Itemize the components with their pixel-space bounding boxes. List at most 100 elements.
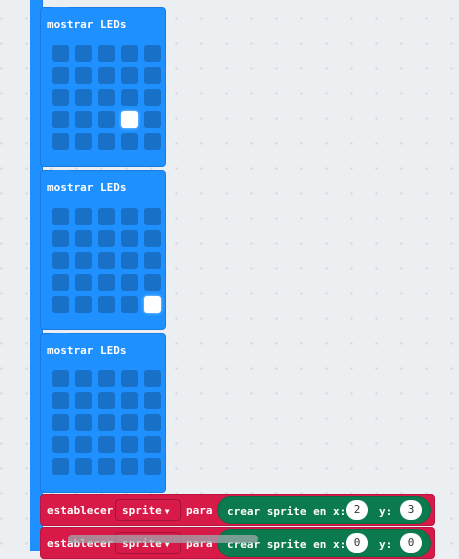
led-r1-c3[interactable] <box>121 230 138 247</box>
led-r4-c4[interactable] <box>144 133 161 150</box>
show-leds-label: mostrar LEDs <box>47 18 127 31</box>
set-sprite-block-1[interactable]: establecer sprite ▼ para crear sprite en … <box>40 494 435 526</box>
led-r1-c0[interactable] <box>52 392 69 409</box>
led-r1-c1[interactable] <box>75 67 92 84</box>
led-r0-c1[interactable] <box>75 370 92 387</box>
led-r0-c0[interactable] <box>52 45 69 62</box>
variable-dropdown[interactable]: sprite ▼ <box>115 499 181 521</box>
led-r2-c4[interactable] <box>144 89 161 106</box>
led-r2-c0[interactable] <box>52 252 69 269</box>
led-r1-c0[interactable] <box>52 230 69 247</box>
led-r1-c1[interactable] <box>75 392 92 409</box>
led-r3-c3[interactable] <box>121 111 138 128</box>
chevron-down-icon: ▼ <box>164 507 170 516</box>
show-leds-block-2[interactable]: mostrar LEDs <box>40 170 166 330</box>
led-r3-c4[interactable] <box>144 274 161 291</box>
led-r0-c3[interactable] <box>121 45 138 62</box>
create-sprite-block[interactable]: crear sprite en x: 0 y: 0 <box>217 529 431 557</box>
led-r4-c3[interactable] <box>121 296 138 313</box>
led-r2-c3[interactable] <box>121 89 138 106</box>
set-sprite-block-2[interactable]: establecer sprite ▼ para crear sprite en … <box>40 527 435 559</box>
led-r3-c3[interactable] <box>121 274 138 291</box>
led-r3-c1[interactable] <box>75 274 92 291</box>
led-r3-c1[interactable] <box>75 111 92 128</box>
show-leds-label: mostrar LEDs <box>47 181 127 194</box>
led-r3-c2[interactable] <box>98 111 115 128</box>
led-r3-c0[interactable] <box>52 436 69 453</box>
led-r0-c2[interactable] <box>98 370 115 387</box>
create-sprite-block[interactable]: crear sprite en x: 2 y: 3 <box>217 496 431 524</box>
led-r4-c2[interactable] <box>98 296 115 313</box>
led-r3-c0[interactable] <box>52 274 69 291</box>
led-r2-c3[interactable] <box>121 414 138 431</box>
block-notch <box>53 170 69 175</box>
led-r2-c3[interactable] <box>121 252 138 269</box>
led-r3-c2[interactable] <box>98 436 115 453</box>
led-r2-c2[interactable] <box>98 252 115 269</box>
led-r1-c4[interactable] <box>144 230 161 247</box>
led-r2-c4[interactable] <box>144 414 161 431</box>
show-leds-block-1[interactable]: mostrar LEDs <box>40 7 166 167</box>
led-r4-c0[interactable] <box>52 458 69 475</box>
led-r0-c1[interactable] <box>75 208 92 225</box>
led-r4-c0[interactable] <box>52 133 69 150</box>
led-r0-c4[interactable] <box>144 370 161 387</box>
create-sprite-label: crear sprite en x: <box>227 505 347 518</box>
led-r2-c1[interactable] <box>75 89 92 106</box>
led-r1-c2[interactable] <box>98 392 115 409</box>
led-r0-c2[interactable] <box>98 45 115 62</box>
led-r1-c1[interactable] <box>75 230 92 247</box>
led-r2-c2[interactable] <box>98 414 115 431</box>
led-r4-c1[interactable] <box>75 296 92 313</box>
led-r0-c3[interactable] <box>121 208 138 225</box>
led-r3-c4[interactable] <box>144 111 161 128</box>
led-r0-c4[interactable] <box>144 208 161 225</box>
led-r0-c1[interactable] <box>75 45 92 62</box>
y-value-input[interactable]: 0 <box>400 533 422 553</box>
x-value-input[interactable]: 0 <box>346 533 368 553</box>
led-grid <box>52 370 161 475</box>
led-r4-c1[interactable] <box>75 458 92 475</box>
led-r4-c2[interactable] <box>98 458 115 475</box>
set-label: establecer <box>47 504 114 517</box>
x-value-input[interactable]: 2 <box>346 500 368 520</box>
led-grid <box>52 208 161 313</box>
variable-name: sprite <box>122 504 162 517</box>
led-r4-c0[interactable] <box>52 296 69 313</box>
show-leds-block-3[interactable]: mostrar LEDs <box>40 333 166 493</box>
led-r3-c4[interactable] <box>144 436 161 453</box>
led-r4-c4[interactable] <box>144 296 161 313</box>
horizontal-scrollbar[interactable] <box>68 535 258 543</box>
led-r2-c1[interactable] <box>75 414 92 431</box>
y-value-input[interactable]: 3 <box>400 500 422 520</box>
led-r0-c3[interactable] <box>121 370 138 387</box>
led-r2-c4[interactable] <box>144 252 161 269</box>
led-r1-c2[interactable] <box>98 67 115 84</box>
led-r3-c3[interactable] <box>121 436 138 453</box>
led-r4-c2[interactable] <box>98 133 115 150</box>
show-leds-label: mostrar LEDs <box>47 344 127 357</box>
led-r2-c0[interactable] <box>52 414 69 431</box>
led-r1-c3[interactable] <box>121 67 138 84</box>
led-r2-c0[interactable] <box>52 89 69 106</box>
led-r4-c3[interactable] <box>121 133 138 150</box>
led-r0-c2[interactable] <box>98 208 115 225</box>
led-r3-c1[interactable] <box>75 436 92 453</box>
led-r3-c0[interactable] <box>52 111 69 128</box>
led-grid <box>52 45 161 150</box>
led-r4-c1[interactable] <box>75 133 92 150</box>
led-r3-c2[interactable] <box>98 274 115 291</box>
led-r2-c1[interactable] <box>75 252 92 269</box>
led-r1-c0[interactable] <box>52 67 69 84</box>
led-r1-c3[interactable] <box>121 392 138 409</box>
led-r4-c4[interactable] <box>144 458 161 475</box>
led-r1-c4[interactable] <box>144 392 161 409</box>
block-notch <box>53 7 69 12</box>
led-r2-c2[interactable] <box>98 89 115 106</box>
led-r0-c0[interactable] <box>52 370 69 387</box>
led-r4-c3[interactable] <box>121 458 138 475</box>
led-r0-c0[interactable] <box>52 208 69 225</box>
led-r1-c2[interactable] <box>98 230 115 247</box>
led-r0-c4[interactable] <box>144 45 161 62</box>
led-r1-c4[interactable] <box>144 67 161 84</box>
